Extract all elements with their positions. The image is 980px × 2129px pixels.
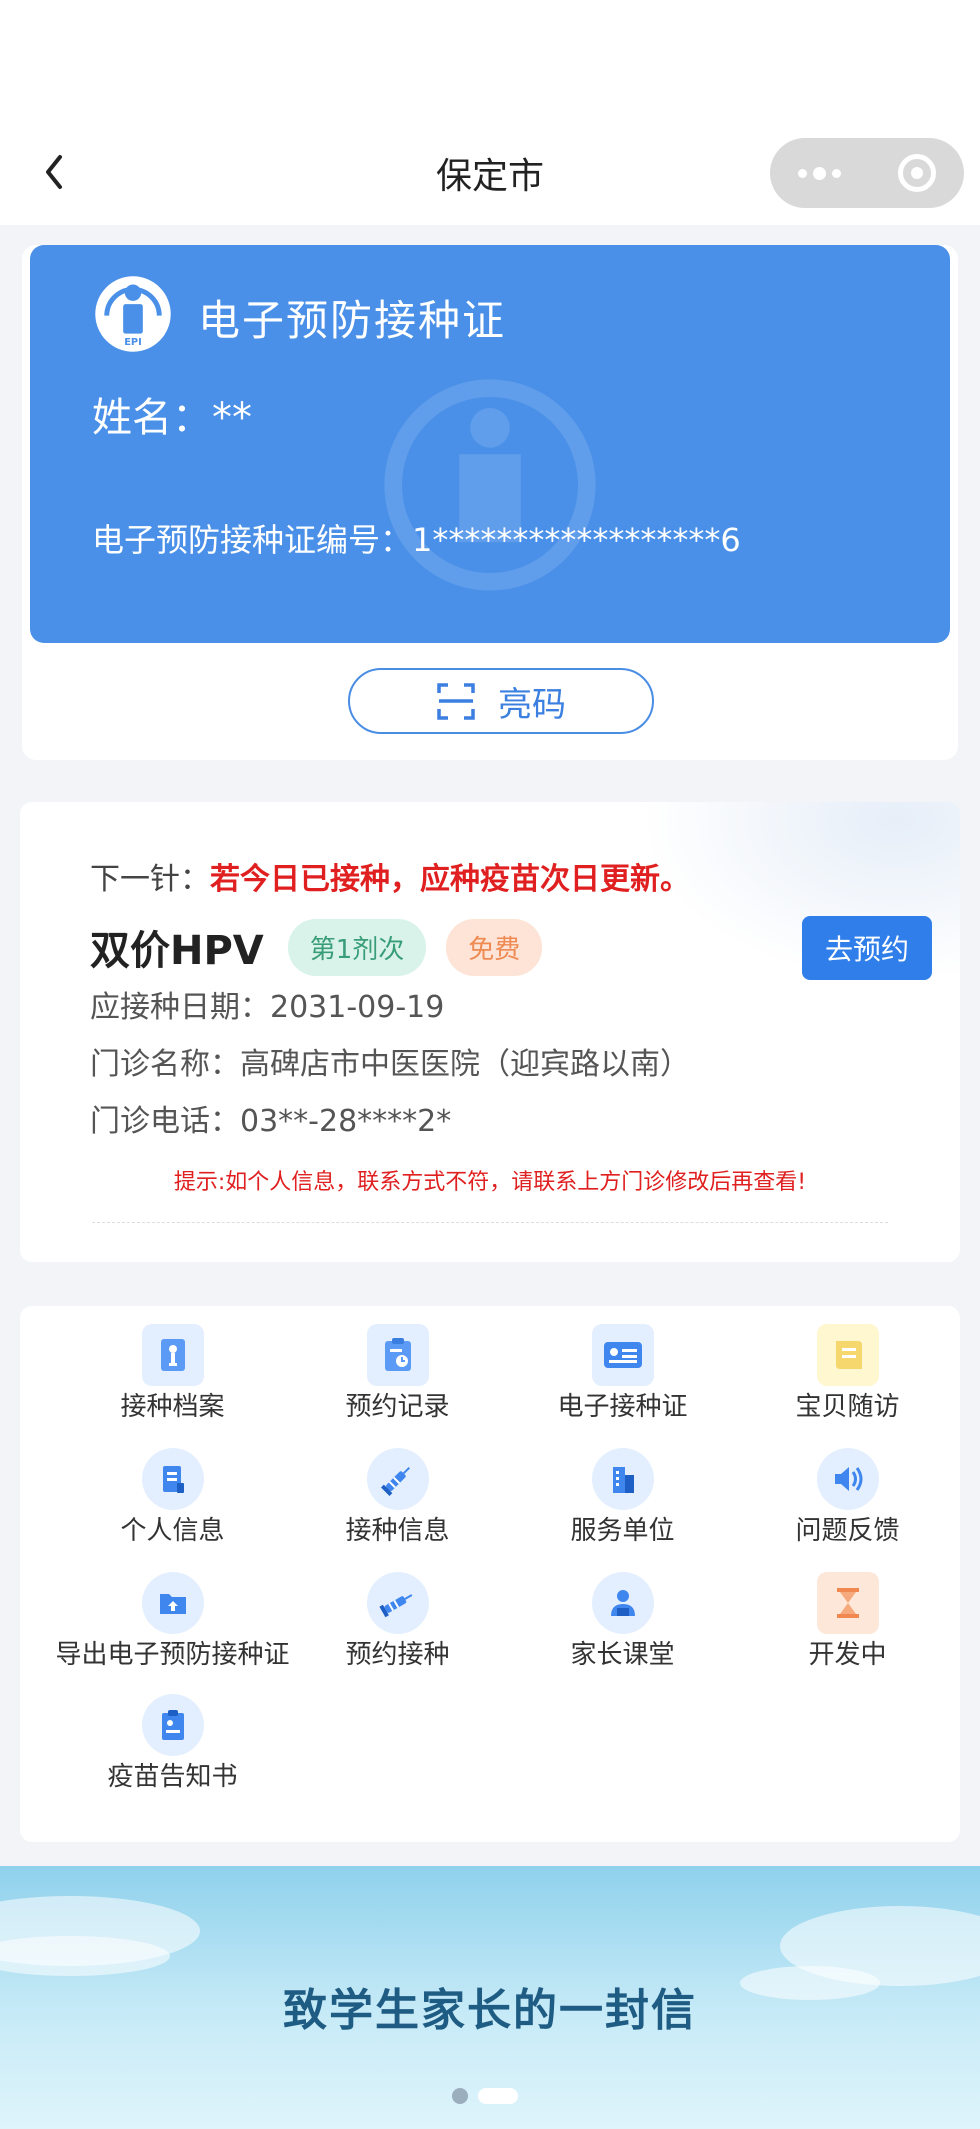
navigation-bar: 保定市 xyxy=(0,120,980,225)
due-date-value: 2031-09-19 xyxy=(270,990,445,1025)
number-label: 电子预防接种证编号： xyxy=(92,521,413,559)
name-value: ** xyxy=(212,395,252,441)
epi-logo-icon: EPI xyxy=(95,276,171,352)
due-date-label: 应接种日期： xyxy=(90,990,270,1025)
grid-label: 问题反馈 xyxy=(795,1516,900,1546)
free-badge: 免费 xyxy=(446,918,543,976)
show-code-label: 亮码 xyxy=(498,684,566,725)
epi-watermark-icon xyxy=(384,379,596,591)
grid-label: 疫苗告知书 xyxy=(107,1762,238,1792)
grid-label: 接种信息 xyxy=(345,1516,450,1546)
appointment-record-icon xyxy=(366,1324,429,1386)
clinic-phone-label: 门诊电话： xyxy=(90,1104,240,1139)
page-title: 保定市 xyxy=(435,155,544,197)
grid-item-vaccine-file[interactable]: 接种档案 xyxy=(60,1324,285,1422)
certificate-title: 电子预防接种证 xyxy=(198,296,507,345)
grid-item-parent-class[interactable]: 家长课堂 xyxy=(510,1572,735,1670)
grid-item-vaccine-notice[interactable]: 疫苗告知书 xyxy=(60,1694,285,1792)
carousel-dot[interactable] xyxy=(452,2088,468,2104)
more-icon[interactable] xyxy=(798,166,841,180)
close-mini-program-icon[interactable] xyxy=(898,154,936,192)
grid-item-personal-info[interactable]: 个人信息 xyxy=(60,1448,285,1546)
grid-label: 接种档案 xyxy=(120,1392,225,1422)
grid-item-book-vaccination[interactable]: 预约接种 xyxy=(285,1572,510,1670)
grid-label: 家长课堂 xyxy=(570,1640,675,1670)
next-dose-warning: 若今日已接种，应种疫苗次日更新。 xyxy=(210,862,690,897)
carousel-dot-active[interactable] xyxy=(478,2088,518,2104)
vaccine-file-icon xyxy=(141,1324,204,1386)
hourglass-icon xyxy=(816,1572,879,1634)
syringe-book-icon xyxy=(366,1572,429,1634)
scan-icon xyxy=(437,683,475,720)
clinic-name-row: 门诊名称：高碑店市中医医院（迎宾路以南） xyxy=(90,1039,690,1083)
divider xyxy=(92,1222,888,1223)
grid-label: 预约记录 xyxy=(345,1392,450,1422)
grid-label: 导出电子预防接种证 xyxy=(55,1640,290,1670)
grid-item-baby-followup[interactable]: 宝贝随访 xyxy=(735,1324,960,1422)
grid-item-e-certificate[interactable]: 电子接种证 xyxy=(510,1324,735,1422)
grid-item-service-unit[interactable]: 服务单位 xyxy=(510,1448,735,1546)
grid-label: 个人信息 xyxy=(120,1516,225,1546)
grid-label: 宝贝随访 xyxy=(795,1392,900,1422)
grid-item-export-certificate[interactable]: 导出电子预防接种证 xyxy=(40,1572,305,1670)
personal-info-icon xyxy=(141,1448,204,1510)
certificate-number: 电子预防接种证编号：1******************6 xyxy=(92,515,741,561)
grid-item-appointment-record[interactable]: 预约记录 xyxy=(285,1324,510,1422)
certificate-section: EPI 电子预防接种证 姓名：** 电子预防接种证编号：1***********… xyxy=(22,245,958,760)
vaccine-row: 双价HPV 第1剂次 免费 xyxy=(90,918,543,976)
due-date-row: 应接种日期：2031-09-19 xyxy=(90,982,444,1026)
mini-program-capsule xyxy=(770,138,964,208)
parent-letter-banner[interactable]: 致学生家长的一封信 xyxy=(0,1866,980,2129)
grid-label: 服务单位 xyxy=(570,1516,675,1546)
clinic-phone-value[interactable]: 03**-28****2* xyxy=(240,1104,451,1139)
next-dose-notice: 下一针：若今日已接种，应种疫苗次日更新。 xyxy=(90,854,690,898)
certificate-card[interactable]: EPI 电子预防接种证 姓名：** 电子预防接种证编号：1***********… xyxy=(30,245,950,643)
carousel-indicator xyxy=(452,2088,518,2104)
dose-badge: 第1剂次 xyxy=(287,918,427,976)
book-appointment-button[interactable]: 去预约 xyxy=(802,916,932,980)
grid-item-feedback[interactable]: 问题反馈 xyxy=(735,1448,960,1546)
parent-class-icon xyxy=(591,1572,654,1634)
clinic-phone-row: 门诊电话：03**-28****2* xyxy=(90,1096,451,1140)
grid-item-vaccination-info[interactable]: 接种信息 xyxy=(285,1448,510,1546)
number-value: 1******************6 xyxy=(412,521,741,559)
syringe-icon xyxy=(366,1448,429,1510)
banner-title: 致学生家长的一封信 xyxy=(283,1985,697,2036)
next-dose-prefix: 下一针： xyxy=(90,862,210,897)
holder-name: 姓名：** xyxy=(92,385,252,443)
cloud-decoration xyxy=(0,1936,170,1976)
chevron-left-icon xyxy=(46,155,62,189)
info-tip: 提示:如个人信息，联系方式不符，请联系上方门诊修改后再查看! xyxy=(173,1170,807,1195)
vaccine-name: 双价HPV xyxy=(90,928,264,974)
status-bar-area xyxy=(0,0,980,120)
show-code-button[interactable]: 亮码 xyxy=(348,668,654,734)
back-button[interactable] xyxy=(36,152,72,192)
export-folder-icon xyxy=(141,1572,204,1634)
notice-icon xyxy=(141,1694,204,1756)
function-grid: 接种档案 预约记录 电子接种证 宝贝随访 个人信息 接种信息 服务单位 问题反馈… xyxy=(20,1306,960,1842)
baby-followup-icon xyxy=(816,1324,879,1386)
grid-item-developing[interactable]: 开发中 xyxy=(735,1572,960,1670)
epi-logo-text: EPI xyxy=(124,337,142,348)
grid-label: 电子接种证 xyxy=(557,1392,688,1422)
name-label: 姓名： xyxy=(92,395,212,441)
next-dose-card: 下一针：若今日已接种，应种疫苗次日更新。 双价HPV 第1剂次 免费 去预约 应… xyxy=(20,802,960,1262)
grid-label: 开发中 xyxy=(808,1640,887,1670)
e-certificate-icon xyxy=(591,1324,654,1386)
clinic-name-value: 高碑店市中医医院（迎宾路以南） xyxy=(240,1047,690,1082)
building-icon xyxy=(591,1448,654,1510)
grid-label: 预约接种 xyxy=(345,1640,450,1670)
clinic-name-label: 门诊名称： xyxy=(90,1047,240,1082)
speaker-icon xyxy=(816,1448,879,1510)
